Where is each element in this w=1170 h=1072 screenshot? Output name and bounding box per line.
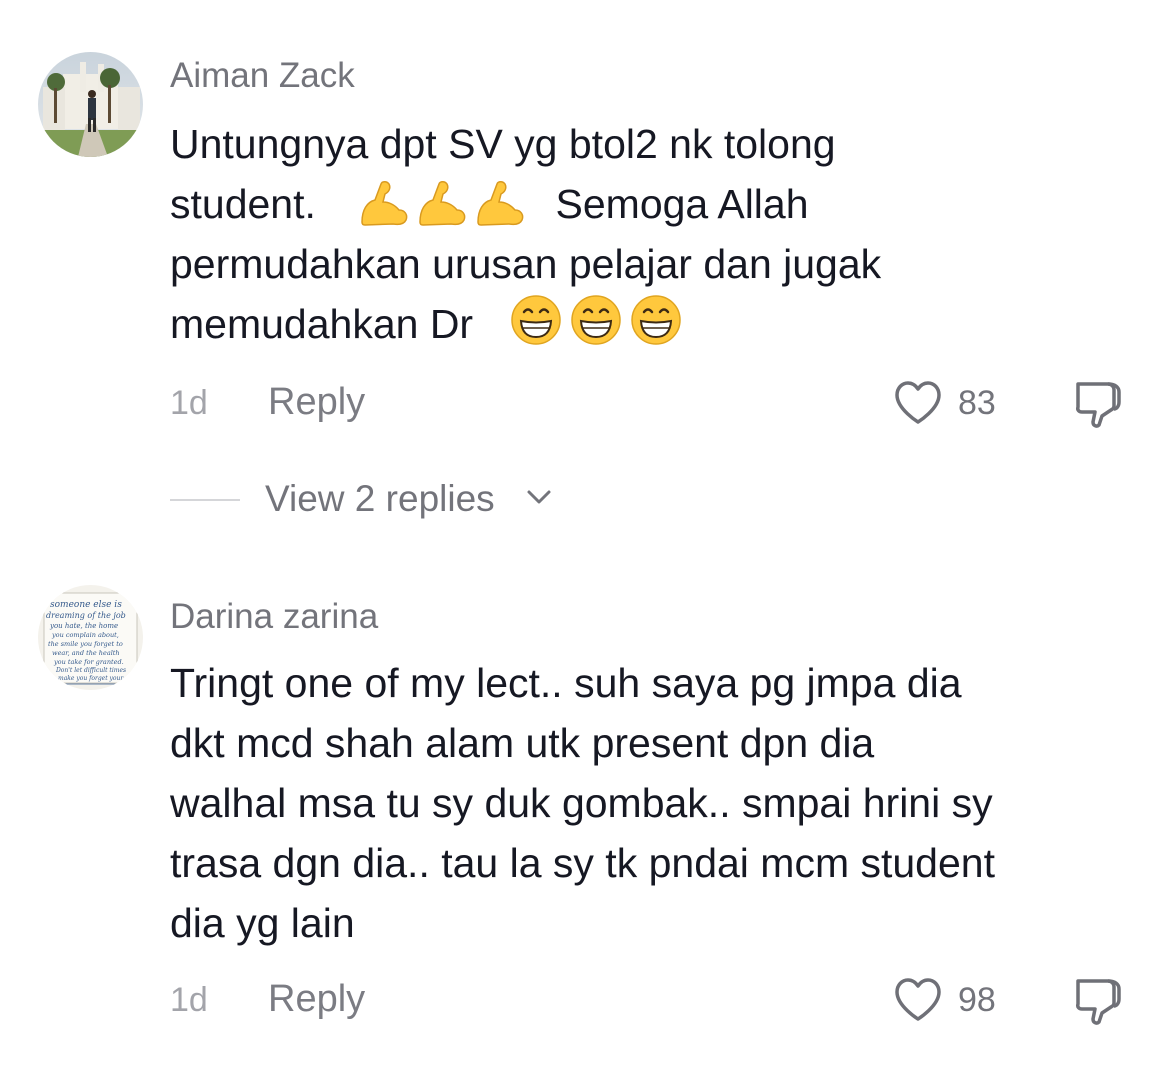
grinning-face-emoji <box>631 295 681 345</box>
svg-text:you take for granted.: you take for granted. <box>53 658 124 666</box>
comment-text-segment: Semoga Allah <box>555 181 809 227</box>
heart-outline-icon[interactable] <box>893 380 943 426</box>
comment-text-line: dia yg lain <box>170 900 355 946</box>
svg-text:you hate, the home: you hate, the home <box>49 622 118 630</box>
comment-text-segment: memudahkan Dr <box>170 301 474 347</box>
like-count: 83 <box>958 384 996 422</box>
svg-text:dreaming of the job: dreaming of the job <box>46 611 126 620</box>
svg-text:wear, and the health: wear, and the health <box>52 649 120 657</box>
reply-button[interactable]: Reply <box>268 381 365 424</box>
comment-text-line: dkt mcd shah alam utk present dpn dia <box>170 720 875 766</box>
comment-text: Tringt one of my lect.. suh saya pg jmpa… <box>170 653 1145 953</box>
chevron-down-icon <box>527 490 551 504</box>
comment-text: Untungnya dpt SV yg btol2 nk tolong stud… <box>170 114 1145 354</box>
thumbs-down-icon[interactable] <box>1072 975 1124 1027</box>
comment-item: someone else is dreaming of the job you … <box>0 560 1170 1072</box>
comment-timestamp: 1d <box>170 384 208 422</box>
comment-text-line: permudahkan urusan pelajar dan jugak <box>170 241 882 287</box>
flexed-biceps-emoji <box>360 181 408 226</box>
comment-text-segment: student. <box>170 181 316 227</box>
svg-text:the smile you forget to: the smile you forget to <box>48 640 123 648</box>
avatar[interactable] <box>38 52 143 157</box>
comment-username[interactable]: Darina zarina <box>170 597 378 637</box>
avatar[interactable]: someone else is dreaming of the job you … <box>38 585 143 690</box>
comment-timestamp: 1d <box>170 981 208 1019</box>
view-replies-label: View 2 replies <box>265 478 495 519</box>
avatar-image <box>38 52 143 157</box>
comment-username[interactable]: Aiman Zack <box>170 56 355 96</box>
comment-text-line: Tringt one of my lect.. suh saya pg jmpa… <box>170 660 962 706</box>
like-count: 98 <box>958 981 996 1019</box>
comment-text-line: walhal msa tu sy duk gombak.. smpai hrin… <box>170 780 993 826</box>
svg-text:make you forget your: make you forget your <box>58 675 124 682</box>
svg-text:you complain about,: you complain about, <box>51 631 119 639</box>
flexed-biceps-emoji-group <box>359 181 536 227</box>
flexed-biceps-emoji <box>418 181 466 226</box>
comment-text-line: memudahkan Dr <box>170 294 1145 354</box>
comment-item: Aiman Zack Untungnya dpt SV yg btol2 nk … <box>0 0 1170 560</box>
view-replies-button[interactable]: View 2 replies <box>170 478 570 522</box>
grinning-face-emoji-group <box>510 295 682 347</box>
comment-text-line: student. Semoga Allah <box>170 174 1145 234</box>
reply-button[interactable]: Reply <box>268 978 365 1021</box>
divider <box>170 499 240 501</box>
comment-text-line: trasa dgn dia.. tau la sy tk pndai mcm s… <box>170 840 995 886</box>
comment-text-line: Untungnya dpt SV yg btol2 nk tolong <box>170 121 836 167</box>
thumbs-down-icon[interactable] <box>1072 378 1124 430</box>
avatar-image: someone else is dreaming of the job you … <box>38 585 143 690</box>
heart-outline-icon[interactable] <box>893 977 943 1023</box>
grinning-face-emoji <box>511 295 561 345</box>
svg-text:someone else is: someone else is <box>50 600 122 610</box>
flexed-biceps-emoji <box>476 181 524 226</box>
grinning-face-emoji <box>571 295 621 345</box>
svg-text:Don't let difficult times: Don't let difficult times <box>55 667 126 674</box>
